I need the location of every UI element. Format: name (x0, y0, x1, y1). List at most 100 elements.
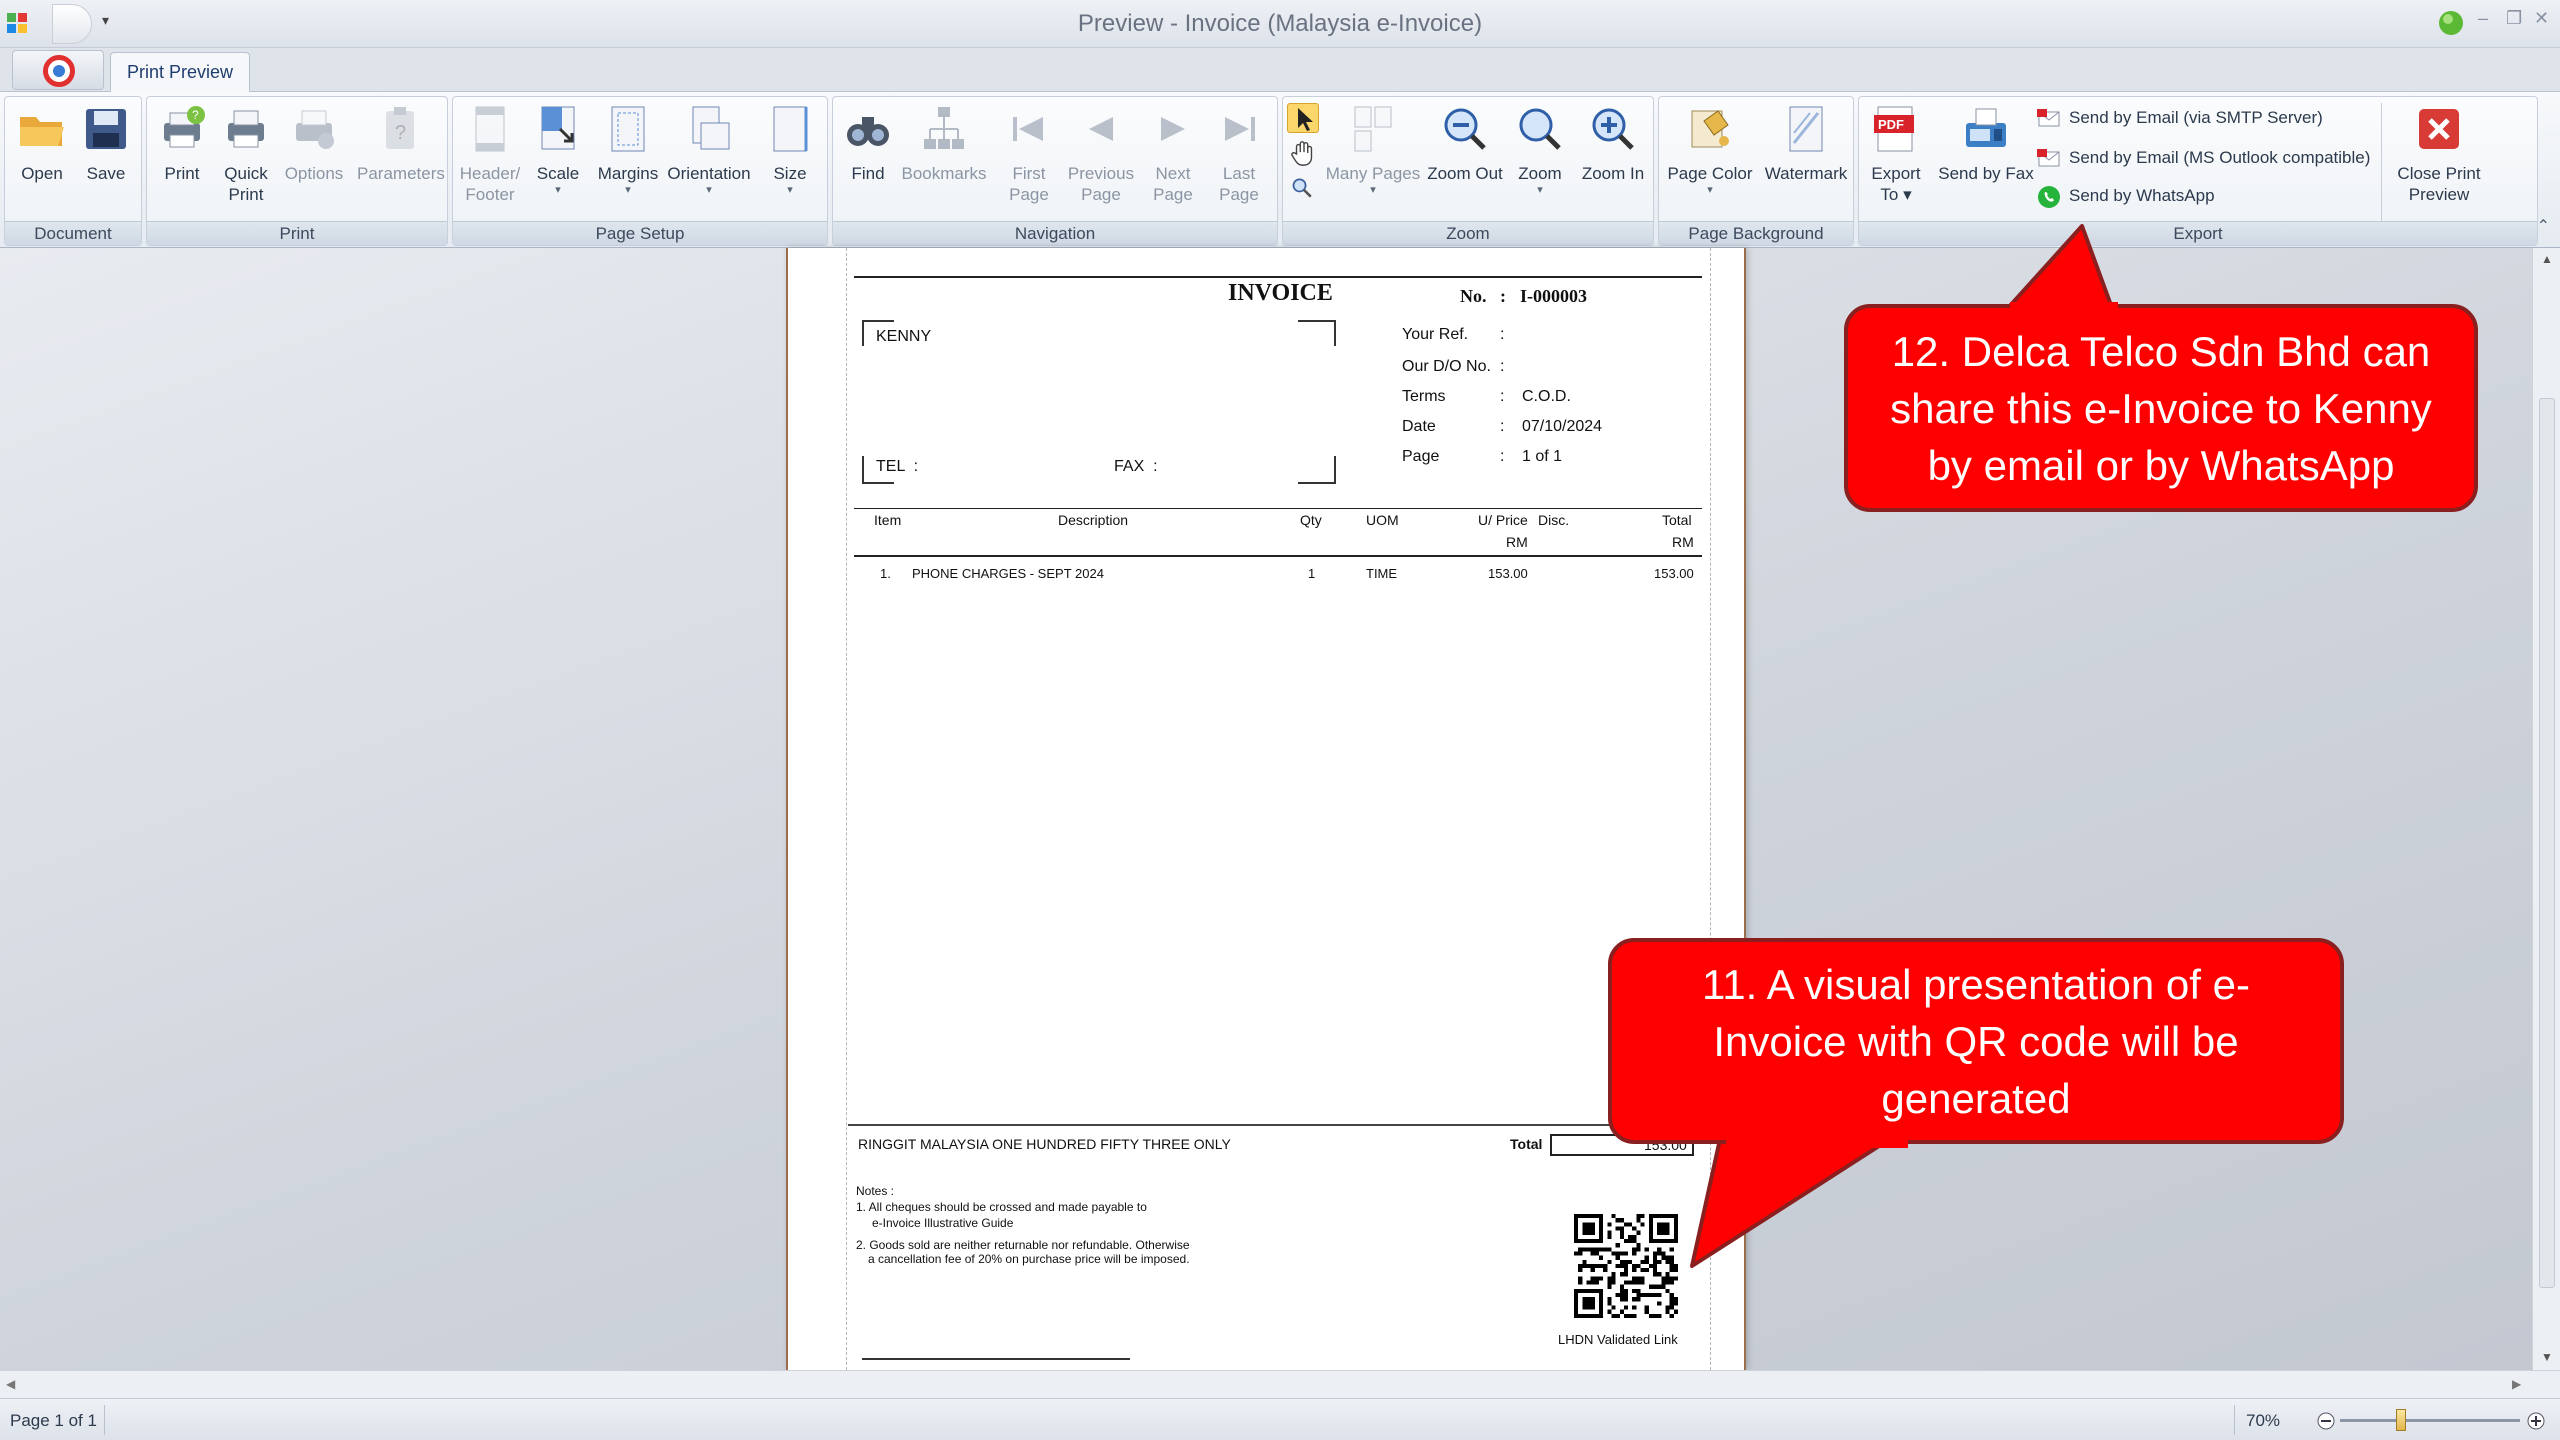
zoom-slider-thumb[interactable] (2396, 1409, 2406, 1431)
many-pages-button[interactable]: Many Pages ▾ (1325, 103, 1421, 219)
total-label: Total (1510, 1136, 1543, 1152)
status-separator (104, 1405, 105, 1435)
pdf-export-icon: PDF (1874, 106, 1914, 152)
close-red-icon (2419, 109, 2459, 149)
address-bracket-br (1298, 456, 1336, 484)
qr-code[interactable] (1574, 1214, 1678, 1318)
application-menu-button[interactable] (12, 50, 104, 90)
page-color-dropdown-icon: ▾ (1707, 184, 1713, 196)
first-page-button[interactable]: First Page (999, 103, 1059, 219)
scale-dropdown-icon: ▾ (555, 184, 561, 196)
watermark-button[interactable]: Watermark (1761, 103, 1851, 219)
close-print-preview-button[interactable]: Close Print Preview (2389, 103, 2489, 219)
zoom-in-small-icon[interactable] (2526, 1411, 2546, 1431)
note-2a: 2. Goods sold are neither returnable nor… (856, 1238, 1190, 1252)
scroll-right-icon[interactable]: ▶ (2512, 1377, 2521, 1391)
bookmarks-button[interactable]: Bookmarks (901, 103, 987, 219)
invoice-heading: INVOICE (1228, 280, 1333, 306)
note-2b: a cancellation fee of 20% on purchase pr… (868, 1252, 1190, 1266)
notes-title: Notes : (856, 1184, 895, 1198)
parameters-button[interactable]: ? Parameters (357, 103, 445, 219)
qr-caption: LHDN Validated Link (1558, 1332, 1678, 1347)
send-email-outlook-button[interactable]: Send by Email (MS Outlook compatible) (2037, 141, 2370, 175)
printer-check-icon: ? (164, 106, 205, 148)
col-uom: UOM (1366, 512, 1399, 528)
minimize-icon[interactable]: – (2478, 8, 2488, 29)
ribbon: Open Save Document ? Print Quick Print O… (0, 92, 2560, 248)
close-window-icon[interactable]: ✕ (2534, 8, 2549, 29)
window-title: Preview - Invoice (Malaysia e-Invoice) (1077, 10, 1483, 37)
group-navigation: Find Bookmarks First Page Previous Page … (832, 96, 1278, 246)
page-indicator: Page 1 of 1 (10, 1411, 97, 1430)
table-header-rule (854, 555, 1702, 557)
floppy-disk-icon (86, 109, 126, 149)
whatsapp-icon (2038, 185, 2060, 208)
folder-open-icon (20, 117, 64, 146)
pointer-tool-button[interactable] (1287, 103, 1319, 133)
zoom-level: 70% (2246, 1411, 2281, 1430)
hand-tool-icon[interactable] (1289, 139, 1319, 167)
print-button[interactable]: ? Print (147, 103, 217, 219)
invoice-field-label: Page (1402, 448, 1440, 465)
restore-icon[interactable]: ❐ (2506, 8, 2522, 29)
scroll-left-icon[interactable]: ◀ (6, 1377, 15, 1391)
group-label-navigation: Navigation (833, 221, 1277, 245)
zoom-in-icon (1592, 108, 1634, 150)
vertical-scrollbar[interactable]: ▲ ▼ (2532, 248, 2560, 1370)
group-page-setup: Header/ Footer Scale ▾ Margins ▾ Orienta… (452, 96, 828, 246)
zoom-out-button[interactable]: Zoom Out (1425, 103, 1505, 219)
ribbon-tab-row: Print Preview (0, 48, 2560, 92)
invoice-field-label: Your Ref. (1402, 326, 1469, 343)
send-by-fax-button[interactable]: Send by Fax (1933, 103, 2039, 219)
zoom-button[interactable]: Zoom ▾ (1509, 103, 1571, 219)
page-color-button[interactable]: Page Color ▾ (1663, 103, 1757, 219)
export-to-button[interactable]: PDF Export To ▾ (1861, 103, 1931, 219)
svg-text:PDF: PDF (1878, 117, 1904, 132)
watermark-icon (1789, 106, 1823, 152)
row-total: 153.00 (1654, 566, 1694, 581)
scale-button[interactable]: Scale ▾ (523, 103, 593, 219)
vertical-scroll-thumb[interactable] (2539, 398, 2555, 1288)
note-1a: 1. All cheques should be crossed and mad… (856, 1200, 1147, 1214)
group-label-page-setup: Page Setup (453, 221, 827, 245)
last-page-icon (1225, 117, 1255, 141)
open-button[interactable]: Open (7, 103, 77, 219)
size-button[interactable]: Size ▾ (755, 103, 825, 219)
send-whatsapp-button[interactable]: Send by WhatsApp (2037, 179, 2215, 213)
horizontal-scrollbar[interactable]: ◀ ▶ (0, 1370, 2560, 1398)
options-button[interactable]: Options (279, 103, 349, 219)
email-outlook-icon (2037, 148, 2060, 167)
callout-11-seam (1726, 1138, 1908, 1148)
scroll-down-icon[interactable]: ▼ (2541, 1350, 2553, 1364)
left-margin-guide (846, 248, 847, 1370)
fax-label: FAX : (1114, 458, 1158, 475)
ribbon-collapse-icon[interactable]: ⌃ (2537, 216, 2550, 236)
group-label-zoom: Zoom (1283, 221, 1653, 245)
zoom-in-button[interactable]: Zoom In (1577, 103, 1649, 219)
status-separator (2234, 1405, 2235, 1435)
save-button[interactable]: Save (71, 103, 141, 219)
col-total-unit: RM (1672, 534, 1694, 550)
zoom-slider-track[interactable] (2340, 1419, 2520, 1422)
orientation-dropdown-icon: ▾ (706, 184, 712, 196)
orientation-button[interactable]: Orientation ▾ (665, 103, 753, 219)
send-email-smtp-button[interactable]: Send by Email (via SMTP Server) (2037, 101, 2323, 135)
header-footer-button[interactable]: Header/ Footer (455, 103, 525, 219)
previous-page-icon (1089, 117, 1113, 141)
invoice-field-label: Our D/O No. (1402, 358, 1491, 375)
quick-print-button[interactable]: Quick Print (211, 103, 281, 219)
find-button[interactable]: Find (833, 103, 903, 219)
zoom-out-small-icon[interactable] (2316, 1411, 2336, 1431)
tab-print-preview[interactable]: Print Preview (110, 52, 251, 92)
last-page-button[interactable]: Last Page (1209, 103, 1269, 219)
fax-machine-icon (1966, 108, 2006, 147)
scroll-up-icon[interactable]: ▲ (2541, 252, 2553, 266)
margins-button[interactable]: Margins ▾ (593, 103, 663, 219)
callout-11: 11. A visual presentation of e-Invoice w… (1608, 938, 2344, 1144)
previous-page-button[interactable]: Previous Page (1063, 103, 1139, 219)
invoice-field-label: Terms (1402, 388, 1446, 405)
magnifier-tool-icon[interactable] (1289, 175, 1317, 201)
next-page-button[interactable]: Next Page (1143, 103, 1203, 219)
col-uprice-unit: RM (1506, 534, 1528, 550)
margins-dropdown-icon: ▾ (625, 184, 631, 196)
